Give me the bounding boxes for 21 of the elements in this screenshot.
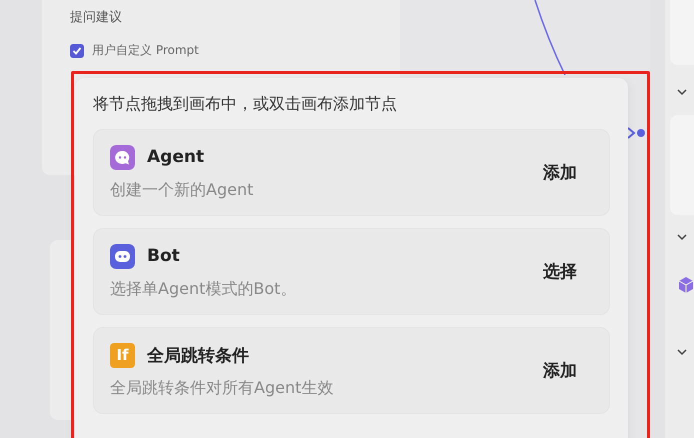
node-title: Agent <box>147 147 204 167</box>
node-title: Bot <box>147 246 180 266</box>
action-button[interactable]: 添加 <box>537 157 583 188</box>
condition-icon: If <box>110 342 135 368</box>
node-description: 全局跳转条件对所有Agent生效 <box>110 378 334 398</box>
checkbox[interactable] <box>70 44 84 58</box>
node-description: 选择单Agent模式的Bot。 <box>110 278 298 300</box>
chat-bubble-icon <box>110 144 135 170</box>
section-label: 提问建议 <box>70 9 123 26</box>
connector-arrow-icon <box>626 125 646 141</box>
node-title: 全局跳转条件 <box>147 344 249 366</box>
action-button[interactable]: 选择 <box>537 256 583 287</box>
node-option[interactable]: Agent 创建一个新的Agent 添加 <box>93 129 610 216</box>
node-description: 创建一个新的Agent <box>110 180 254 200</box>
checkbox-label: 用户自定义 Prompt <box>92 42 199 59</box>
hint-text: 将节点拖拽到画布中，或双击画布添加节点 <box>93 94 398 115</box>
node-option[interactable]: Bot 选择单Agent模式的Bot。 选择 <box>93 228 610 315</box>
node-option[interactable]: If 全局跳转条件 全局跳转条件对所有Agent生效 添加 <box>93 327 610 414</box>
action-button[interactable]: 添加 <box>537 355 583 386</box>
cube-icon <box>678 276 694 294</box>
robot-face-icon <box>110 244 135 268</box>
